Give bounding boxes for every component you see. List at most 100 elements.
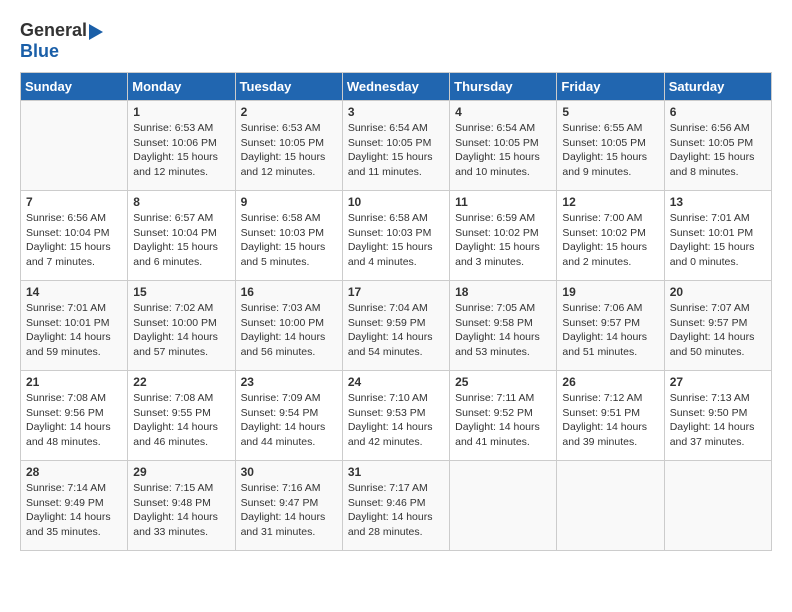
day-info: Sunrise: 7:03 AM Sunset: 10:00 PM Daylig… [241,301,337,360]
calendar-cell: 8Sunrise: 6:57 AM Sunset: 10:04 PM Dayli… [128,191,235,281]
col-header-sunday: Sunday [21,73,128,101]
day-info: Sunrise: 6:55 AM Sunset: 10:05 PM Daylig… [562,121,658,180]
logo-general-text: General [20,20,87,41]
calendar-cell [450,461,557,551]
day-number: 14 [26,285,122,299]
day-number: 3 [348,105,444,119]
day-number: 23 [241,375,337,389]
col-header-friday: Friday [557,73,664,101]
day-number: 21 [26,375,122,389]
day-info: Sunrise: 7:06 AM Sunset: 9:57 PM Dayligh… [562,301,658,360]
day-info: Sunrise: 7:10 AM Sunset: 9:53 PM Dayligh… [348,391,444,450]
calendar-cell: 7Sunrise: 6:56 AM Sunset: 10:04 PM Dayli… [21,191,128,281]
day-number: 19 [562,285,658,299]
day-info: Sunrise: 6:58 AM Sunset: 10:03 PM Daylig… [348,211,444,270]
day-number: 7 [26,195,122,209]
day-info: Sunrise: 7:14 AM Sunset: 9:49 PM Dayligh… [26,481,122,540]
col-header-monday: Monday [128,73,235,101]
day-number: 13 [670,195,766,209]
day-number: 17 [348,285,444,299]
day-info: Sunrise: 6:53 AM Sunset: 10:05 PM Daylig… [241,121,337,180]
calendar-cell: 20 Sunrise: 7:07 AM Sunset: 9:57 PM Dayli… [664,281,771,371]
day-info: Sunrise: 7:15 AM Sunset: 9:48 PM Dayligh… [133,481,229,540]
day-number: 16 [241,285,337,299]
day-number: 1 [133,105,229,119]
day-info: Sunrise: 7:12 AM Sunset: 9:51 PM Dayligh… [562,391,658,450]
calendar-cell: 9 Sunrise: 6:58 AM Sunset: 10:03 PM Dayli… [235,191,342,281]
logo-blue-text: Blue [20,41,59,62]
week-row: 14 Sunrise: 7:01 AM Sunset: 10:01 PM Dayl… [21,281,772,371]
calendar-cell [664,461,771,551]
calendar-cell: 11 Sunrise: 6:59 AM Sunset: 10:02 PM Dayl… [450,191,557,281]
day-number: 11 [455,195,551,209]
day-number: 2 [241,105,337,119]
day-number: 31 [348,465,444,479]
calendar-cell: 17 Sunrise: 7:04 AM Sunset: 9:59 PM Dayli… [342,281,449,371]
day-info: Sunrise: 7:01 AM Sunset: 10:01 PM Daylig… [26,301,122,360]
day-number: 26 [562,375,658,389]
day-info: Sunrise: 7:01 AM Sunset: 10:01 PM Daylig… [670,211,766,270]
day-number: 20 [670,285,766,299]
day-number: 15 [133,285,229,299]
day-info: Sunrise: 7:08 AM Sunset: 9:56 PM Dayligh… [26,391,122,450]
calendar-cell: 14 Sunrise: 7:01 AM Sunset: 10:01 PM Dayl… [21,281,128,371]
calendar-cell: 24Sunrise: 7:10 AM Sunset: 9:53 PM Dayli… [342,371,449,461]
day-info: Sunrise: 6:54 AM Sunset: 10:05 PM Daylig… [348,121,444,180]
header-row: SundayMondayTuesdayWednesdayThursdayFrid… [21,73,772,101]
calendar-cell: 1 Sunrise: 6:53 AM Sunset: 10:06 PM Dayli… [128,101,235,191]
day-info: Sunrise: 7:07 AM Sunset: 9:57 PM Dayligh… [670,301,766,360]
day-number: 5 [562,105,658,119]
calendar-cell: 31 Sunrise: 7:17 AM Sunset: 9:46 PM Dayli… [342,461,449,551]
day-number: 30 [241,465,337,479]
day-number: 9 [241,195,337,209]
day-number: 29 [133,465,229,479]
header: General Blue [20,20,772,62]
day-info: Sunrise: 7:11 AM Sunset: 9:52 PM Dayligh… [455,391,551,450]
calendar-cell: 12 Sunrise: 7:00 AM Sunset: 10:02 PM Dayl… [557,191,664,281]
calendar-cell: 26 Sunrise: 7:12 AM Sunset: 9:51 PM Dayli… [557,371,664,461]
day-number: 28 [26,465,122,479]
day-info: Sunrise: 7:16 AM Sunset: 9:47 PM Dayligh… [241,481,337,540]
day-info: Sunrise: 7:02 AM Sunset: 10:00 PM Daylig… [133,301,229,360]
day-info: Sunrise: 7:17 AM Sunset: 9:46 PM Dayligh… [348,481,444,540]
week-row: 21 Sunrise: 7:08 AM Sunset: 9:56 PM Dayli… [21,371,772,461]
day-info: Sunrise: 7:04 AM Sunset: 9:59 PM Dayligh… [348,301,444,360]
calendar-cell: 19 Sunrise: 7:06 AM Sunset: 9:57 PM Dayli… [557,281,664,371]
calendar-cell [557,461,664,551]
day-number: 10 [348,195,444,209]
calendar-cell: 22 Sunrise: 7:08 AM Sunset: 9:55 PM Dayli… [128,371,235,461]
week-row: 28 Sunrise: 7:14 AM Sunset: 9:49 PM Dayli… [21,461,772,551]
calendar-cell: 25 Sunrise: 7:11 AM Sunset: 9:52 PM Dayli… [450,371,557,461]
calendar-cell: 6Sunrise: 6:56 AM Sunset: 10:05 PM Dayli… [664,101,771,191]
day-number: 4 [455,105,551,119]
day-info: Sunrise: 7:08 AM Sunset: 9:55 PM Dayligh… [133,391,229,450]
day-info: Sunrise: 7:05 AM Sunset: 9:58 PM Dayligh… [455,301,551,360]
calendar-cell: 27Sunrise: 7:13 AM Sunset: 9:50 PM Dayli… [664,371,771,461]
day-info: Sunrise: 7:00 AM Sunset: 10:02 PM Daylig… [562,211,658,270]
calendar-cell: 5 Sunrise: 6:55 AM Sunset: 10:05 PM Dayli… [557,101,664,191]
week-row: 1 Sunrise: 6:53 AM Sunset: 10:06 PM Dayli… [21,101,772,191]
day-number: 22 [133,375,229,389]
logo-arrow-icon [89,24,103,40]
calendar-cell: 3 Sunrise: 6:54 AM Sunset: 10:05 PM Dayli… [342,101,449,191]
day-info: Sunrise: 6:53 AM Sunset: 10:06 PM Daylig… [133,121,229,180]
day-number: 27 [670,375,766,389]
day-info: Sunrise: 7:09 AM Sunset: 9:54 PM Dayligh… [241,391,337,450]
day-info: Sunrise: 6:58 AM Sunset: 10:03 PM Daylig… [241,211,337,270]
day-info: Sunrise: 6:54 AM Sunset: 10:05 PM Daylig… [455,121,551,180]
calendar-table: SundayMondayTuesdayWednesdayThursdayFrid… [20,72,772,551]
day-number: 12 [562,195,658,209]
calendar-cell [21,101,128,191]
calendar-cell: 2 Sunrise: 6:53 AM Sunset: 10:05 PM Dayli… [235,101,342,191]
calendar-cell: 30 Sunrise: 7:16 AM Sunset: 9:47 PM Dayli… [235,461,342,551]
calendar-cell: 18 Sunrise: 7:05 AM Sunset: 9:58 PM Dayli… [450,281,557,371]
day-number: 6 [670,105,766,119]
day-info: Sunrise: 6:59 AM Sunset: 10:02 PM Daylig… [455,211,551,270]
col-header-saturday: Saturday [664,73,771,101]
calendar-cell: 13 Sunrise: 7:01 AM Sunset: 10:01 PM Dayl… [664,191,771,281]
day-number: 18 [455,285,551,299]
calendar-cell: 10 Sunrise: 6:58 AM Sunset: 10:03 PM Dayl… [342,191,449,281]
calendar-cell: 21 Sunrise: 7:08 AM Sunset: 9:56 PM Dayli… [21,371,128,461]
day-number: 25 [455,375,551,389]
day-info: Sunrise: 6:57 AM Sunset: 10:04 PM Daylig… [133,211,229,270]
